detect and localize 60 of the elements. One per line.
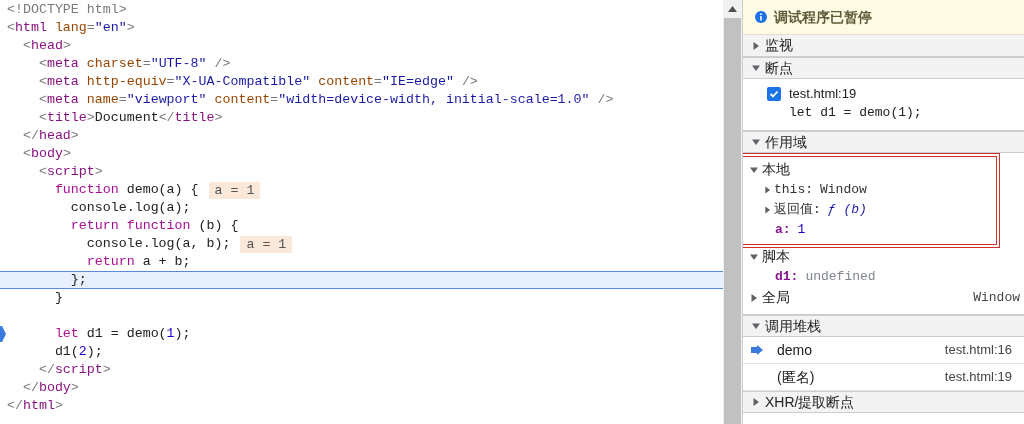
scope-group-title[interactable]: 脚本 <box>762 246 790 267</box>
inline-value: a = 1 <box>208 181 261 199</box>
code-line: console.log(a, b); <box>85 235 231 253</box>
variable-name[interactable]: a: <box>775 220 791 240</box>
code-line: function demo(a) { <box>53 181 199 199</box>
variable-value: Window <box>820 181 867 200</box>
variable-value: ƒ (b) <box>827 201 867 220</box>
expanded-triangle-icon[interactable] <box>750 165 758 174</box>
expanded-triangle-icon[interactable] <box>752 138 760 146</box>
code-line: </script> <box>37 361 111 379</box>
code-line: </html> <box>7 397 63 415</box>
code-line: return function (b) { <box>69 217 239 235</box>
info-icon <box>755 11 767 23</box>
collapsed-triangle-icon[interactable] <box>752 398 760 406</box>
code-line: d1(2); <box>53 343 103 361</box>
code-line: <meta name="viewport" content="width=device-width, initial-scale=1.0" /> <box>37 91 614 109</box>
code-line: <meta charset="UTF-8" /> <box>37 55 231 73</box>
code-line: }; <box>69 271 87 289</box>
scope-value: Window <box>973 288 1020 307</box>
collapsed-triangle-icon[interactable] <box>764 186 771 194</box>
code-line: <head> <box>21 37 71 55</box>
checkmark-icon <box>769 89 779 99</box>
code-line: let d1 = demo(1); <box>53 325 191 343</box>
code-line: </head> <box>21 127 79 145</box>
variable-name[interactable]: 返回值: <box>774 200 821 220</box>
collapsed-triangle-icon[interactable] <box>752 41 760 50</box>
code-line: </body> <box>21 379 79 397</box>
scroll-up-icon[interactable] <box>728 6 737 12</box>
expanded-triangle-icon[interactable] <box>750 252 758 261</box>
code-line: <meta http-equiv="X-UA-Compatible" content="IE=edge" /> <box>37 73 478 91</box>
scope-group-title[interactable]: 本地 <box>762 159 790 180</box>
breakpoint-checkbox[interactable] <box>767 87 781 101</box>
variable-name[interactable]: d1: <box>775 267 799 287</box>
section-header[interactable]: 调用堆栈 <box>743 315 1024 337</box>
scope-group-title[interactable]: 全局 <box>762 287 790 308</box>
section-header[interactable]: 作用域 <box>743 131 1024 153</box>
section-header[interactable]: XHR/提取断点 <box>743 391 1024 413</box>
code-line: <body> <box>21 145 71 163</box>
collapsed-triangle-icon[interactable] <box>764 206 771 214</box>
code-line: <html lang="en"> <box>7 19 135 37</box>
code-line: console.log(a); <box>69 199 191 217</box>
collapsed-triangle-icon[interactable] <box>750 293 758 302</box>
code-line: return a + b; <box>85 253 191 271</box>
variable-name[interactable]: this: <box>774 180 813 200</box>
variable-value: undefined <box>805 268 876 287</box>
inline-value: a = 1 <box>240 235 293 253</box>
expanded-triangle-icon[interactable] <box>752 322 760 330</box>
section-header[interactable]: 监视 <box>743 35 1024 57</box>
variable-value: 1 <box>797 221 806 240</box>
breakpoint-marker-icon[interactable] <box>0 326 6 342</box>
code-line: <!DOCTYPE html> <box>7 1 127 19</box>
code-line: <title>Document</title> <box>37 109 223 127</box>
call-frame[interactable]: demo test.html:16 <box>743 337 1024 364</box>
paused-message: 调试程序已暂停 <box>774 7 872 27</box>
breakpoint-code: let d1 = demo(1); <box>788 104 923 122</box>
breakpoint-location[interactable]: test.html:19 <box>789 84 857 104</box>
code-line: } <box>53 289 63 307</box>
code-line: <script> <box>37 163 103 181</box>
expanded-triangle-icon[interactable] <box>752 64 760 72</box>
section-header[interactable]: 断点 <box>743 57 1024 79</box>
